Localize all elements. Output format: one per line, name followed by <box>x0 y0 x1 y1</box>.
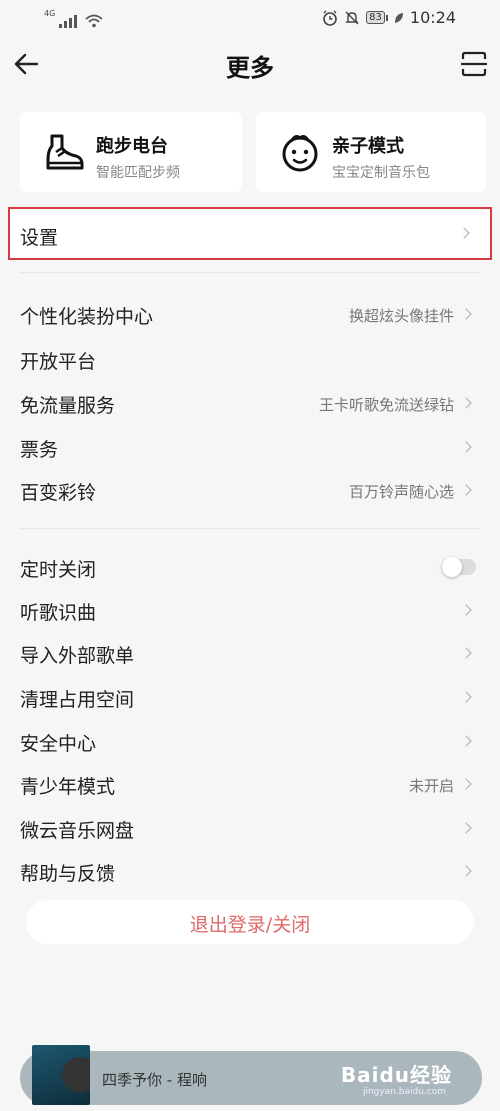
card-title: 跑步电台 <box>96 136 168 157</box>
status-right: 83 10:24 <box>322 8 456 27</box>
chevron-right-icon <box>460 735 472 747</box>
toggle-knob <box>442 557 462 577</box>
chevron-right-icon <box>460 441 472 453</box>
card-title: 亲子模式 <box>332 136 404 157</box>
list-item-import-playlist[interactable]: 导入外部歌单 <box>0 631 500 675</box>
mini-player[interactable]: 四季予你 - 程响 Baidu经验 jingyan.baidu.com <box>20 1045 482 1105</box>
row-label: 听歌识曲 <box>20 602 97 624</box>
watermark: Baidu经验 <box>340 1063 452 1087</box>
row-label: 票务 <box>20 439 59 461</box>
chevron-right-icon <box>460 691 472 703</box>
scan-icon[interactable] <box>460 50 488 78</box>
list-item-help-feedback[interactable]: 帮助与反馈 <box>0 849 500 893</box>
chevron-right-icon <box>460 397 472 409</box>
row-label: 开放平台 <box>20 351 97 373</box>
list-item-open-platform[interactable]: 开放平台 <box>0 337 500 381</box>
settings-row[interactable]: 设置 <box>8 207 492 260</box>
card-subtitle: 宝宝定制音乐包 <box>332 165 430 181</box>
kids-mode-card[interactable]: 亲子模式 宝宝定制音乐包 <box>256 112 486 192</box>
row-label: 个性化装扮中心 <box>20 306 154 328</box>
logout-label: 退出登录/关闭 <box>189 914 311 936</box>
battery-level: 83 <box>366 11 385 24</box>
album-disc <box>62 1057 90 1093</box>
list-item-security-center[interactable]: 安全中心 <box>0 719 500 763</box>
chevron-right-icon <box>460 865 472 877</box>
row-value: 换超炫头像挂件 <box>348 307 454 325</box>
battery-icon: 83 <box>366 11 388 24</box>
list-item-cloud-drive[interactable]: 微云音乐网盘 <box>0 806 500 850</box>
row-value: 百万铃声随心选 <box>348 483 454 501</box>
sleep-timer-toggle[interactable] <box>442 557 476 577</box>
running-shoe-icon <box>46 134 84 170</box>
chevron-right-icon <box>460 604 472 616</box>
status-left: 4G <box>44 10 103 28</box>
list-item-clear-storage[interactable]: 清理占用空间 <box>0 675 500 719</box>
album-cover[interactable] <box>32 1045 90 1105</box>
watermark-url: jingyan.baidu.com <box>362 1087 446 1097</box>
row-value: 王卡听歌免流送绿钻 <box>318 396 454 414</box>
clock: 10:24 <box>409 8 456 27</box>
card-subtitle: 智能匹配步频 <box>96 165 180 181</box>
logout-button[interactable]: 退出登录/关闭 <box>26 900 474 944</box>
leaf-icon <box>394 12 403 23</box>
chevron-right-icon <box>460 778 472 790</box>
list-item-song-recognition[interactable]: 听歌识曲 <box>0 588 500 632</box>
chevron-right-icon <box>460 822 472 834</box>
chevron-right-icon <box>460 484 472 496</box>
divider <box>20 272 480 273</box>
mute-icon <box>345 11 359 24</box>
list-item-tickets[interactable]: 票务 <box>0 425 500 469</box>
baby-face-icon <box>282 135 318 172</box>
row-label: 清理占用空间 <box>20 689 135 711</box>
list-item-free-data[interactable]: 免流量服务 王卡听歌免流送绿钻 <box>0 381 500 425</box>
now-playing-track: 四季予你 - 程响 <box>102 1071 207 1089</box>
chevron-right-icon <box>460 308 472 320</box>
row-label: 微云音乐网盘 <box>20 820 135 842</box>
alarm-icon <box>323 10 337 26</box>
row-label: 导入外部歌单 <box>20 645 135 667</box>
signal-icon <box>59 14 78 28</box>
settings-label: 设置 <box>20 227 59 249</box>
list-item-teen-mode[interactable]: 青少年模式 未开启 <box>0 762 500 806</box>
list-item-sleep-timer[interactable]: 定时关闭 <box>0 545 500 589</box>
row-label: 免流量服务 <box>20 395 116 417</box>
list-item-ringtones[interactable]: 百变彩铃 百万铃声随心选 <box>0 468 500 512</box>
nav-bar: 更多 <box>0 38 500 90</box>
row-label: 青少年模式 <box>20 776 116 798</box>
row-label: 帮助与反馈 <box>20 863 116 885</box>
chevron-right-icon <box>460 647 472 659</box>
page-title: 更多 <box>226 54 274 82</box>
divider <box>20 528 480 529</box>
row-label: 百变彩铃 <box>20 482 97 504</box>
status-bar: 4G 83 10:24 <box>0 0 500 38</box>
chevron-right-icon <box>458 227 470 239</box>
row-label: 安全中心 <box>20 733 97 755</box>
list-item-personalize[interactable]: 个性化装扮中心 换超炫头像挂件 <box>0 292 500 336</box>
running-radio-card[interactable]: 跑步电台 智能匹配步频 <box>20 112 242 192</box>
network-type: 4G <box>44 9 56 18</box>
wifi-icon <box>85 14 103 28</box>
row-value: 未开启 <box>408 777 454 795</box>
row-label: 定时关闭 <box>20 559 97 581</box>
